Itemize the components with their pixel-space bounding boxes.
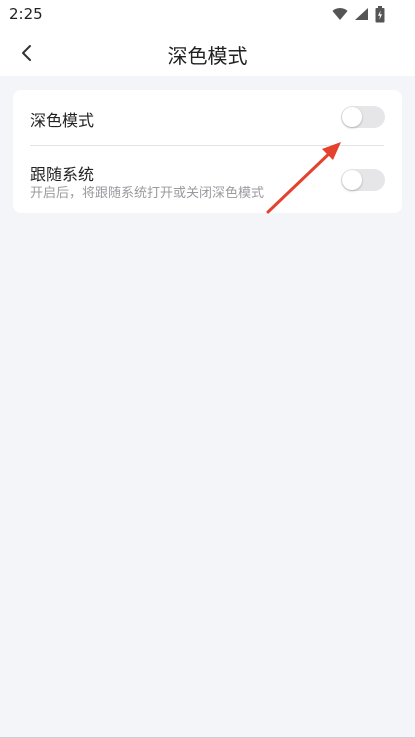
toggle-knob (342, 170, 362, 190)
follow-system-description: 开启后，将跟随系统打开或关闭深色模式 (30, 186, 265, 201)
status-time: 2:25 (9, 5, 43, 23)
status-bar: 2:25 (0, 0, 415, 30)
page-title: 深色模式 (167, 44, 248, 68)
follow-system-row: 跟随系统 开启后，将跟随系统打开或关闭深色模式 (13, 146, 402, 213)
dark-mode-toggle[interactable] (341, 106, 385, 128)
signal-icon (355, 8, 368, 20)
dark-mode-row: 深色模式 (13, 90, 402, 146)
battery-icon (375, 5, 385, 22)
settings-card: 深色模式 跟随系统 开启后，将跟随系统打开或关闭深色模式 (13, 90, 402, 213)
toggle-knob (342, 107, 362, 127)
follow-system-toggle[interactable] (341, 169, 385, 191)
nav-bar: 深色模式 (0, 30, 415, 76)
status-icons (332, 5, 385, 23)
wifi-icon (332, 8, 348, 20)
dark-mode-label: 深色模式 (30, 111, 95, 130)
